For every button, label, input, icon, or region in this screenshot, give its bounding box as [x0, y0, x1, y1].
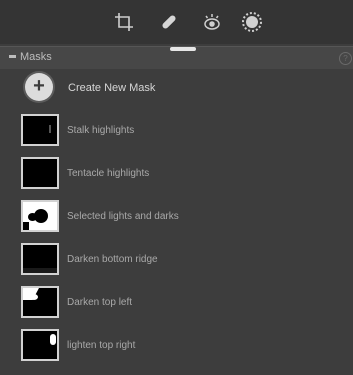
mask-label[interactable]: Darken bottom ridge	[67, 254, 158, 265]
mask-thumbnail[interactable]	[21, 200, 59, 232]
masks-panel: Masks ? + Create New Mask Stalk highligh…	[0, 0, 353, 375]
mask-item[interactable]: lighten top right	[0, 325, 353, 368]
redeye-icon[interactable]	[200, 10, 224, 34]
mask-item[interactable]: Darken top left	[0, 282, 353, 325]
mask-thumbnail[interactable]	[21, 329, 59, 361]
mask-item[interactable]: Selected lights and darks	[0, 196, 353, 239]
mask-label[interactable]: Tentacle highlights	[67, 168, 149, 179]
mask-label[interactable]: Darken top left	[67, 297, 132, 308]
mask-label[interactable]: Stalk highlights	[67, 125, 134, 136]
collapse-icon[interactable]	[9, 55, 16, 58]
drag-handle[interactable]	[170, 47, 196, 51]
mask-item[interactable]: Tentacle highlights	[0, 153, 353, 196]
radial-filter-icon[interactable]	[240, 10, 264, 34]
mask-thumbnail[interactable]	[21, 157, 59, 189]
mask-item[interactable]: Darken bottom ridge	[0, 239, 353, 282]
help-icon[interactable]: ?	[339, 52, 352, 65]
mask-thumbnail[interactable]	[21, 286, 59, 318]
mask-label[interactable]: Selected lights and darks	[67, 211, 179, 222]
create-mask-button[interactable]: +	[25, 73, 53, 101]
mask-thumbnail[interactable]	[21, 243, 59, 275]
healing-icon[interactable]	[157, 10, 181, 34]
mask-thumbnail[interactable]	[21, 114, 59, 146]
tool-strip	[0, 0, 353, 44]
mask-list: Stalk highlights Tentacle highlights Sel…	[0, 110, 353, 368]
create-mask-label[interactable]: Create New Mask	[68, 82, 155, 94]
plus-icon: +	[33, 75, 45, 97]
mask-label[interactable]: lighten top right	[67, 340, 135, 351]
create-new-mask-row[interactable]: + Create New Mask	[0, 70, 353, 106]
crop-icon[interactable]	[112, 10, 136, 34]
section-title: Masks	[20, 51, 52, 63]
mask-item[interactable]: Stalk highlights	[0, 110, 353, 153]
